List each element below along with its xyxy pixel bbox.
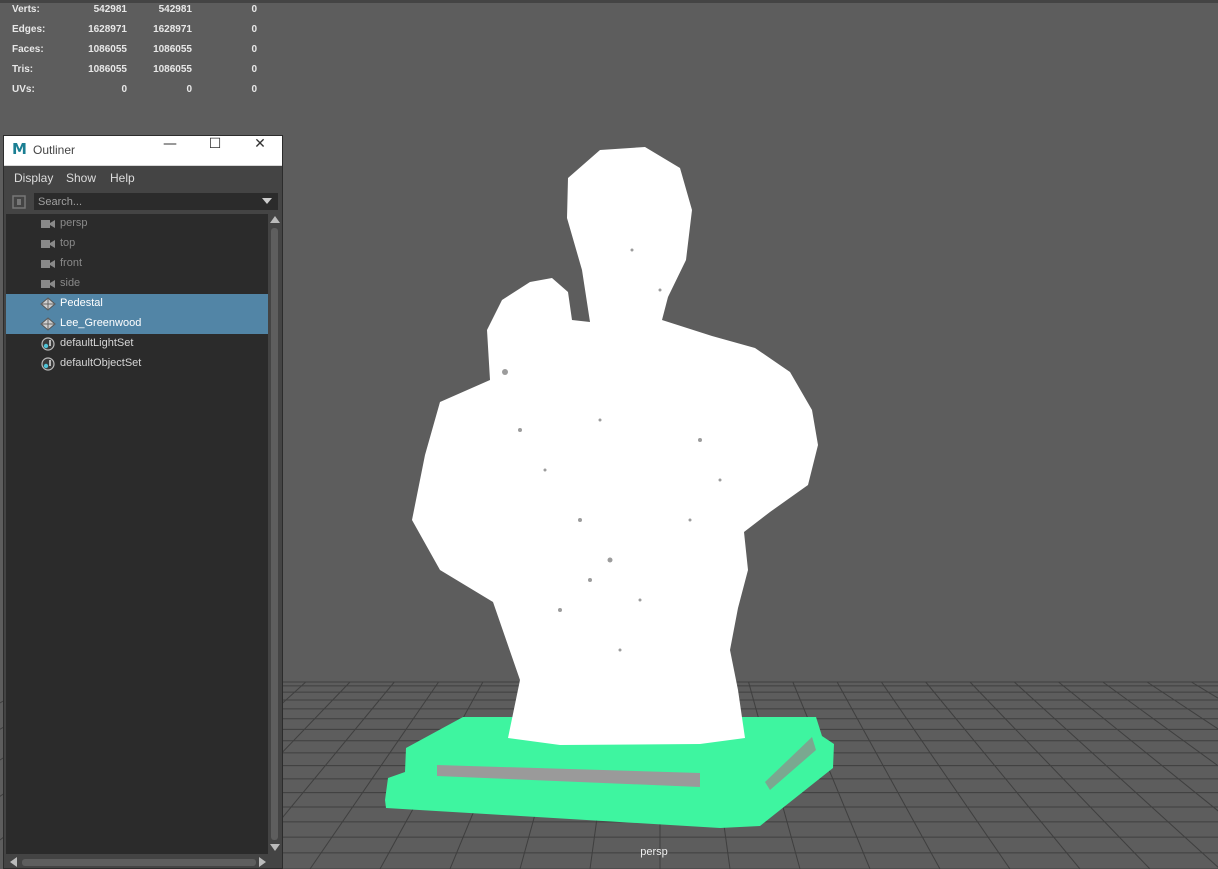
- maya-logo-icon: M: [12, 140, 27, 158]
- camera-icon: [41, 240, 55, 248]
- outliner-item-front[interactable]: front: [6, 254, 268, 274]
- hud-value: 1086055: [153, 44, 192, 55]
- hud-label: Faces:: [12, 44, 44, 55]
- hud-label: Verts:: [12, 4, 40, 15]
- item-label: Lee_Greenwood: [60, 317, 142, 329]
- window-title: Outliner: [33, 143, 76, 157]
- camera-label: persp: [640, 846, 668, 858]
- outliner-item-default-object-set[interactable]: defaultObjectSet: [6, 354, 268, 374]
- scroll-left-icon[interactable]: [10, 857, 17, 867]
- grid-line: [1013, 681, 1218, 868]
- hud-value: 1086055: [88, 64, 127, 75]
- hud-value: 1086055: [153, 64, 192, 75]
- hud-value: 0: [251, 4, 257, 15]
- item-label: Pedestal: [60, 297, 103, 309]
- hud-label: Edges:: [12, 24, 46, 35]
- item-label: side: [60, 277, 81, 289]
- set-icon: [41, 357, 55, 371]
- menu-help[interactable]: Help: [110, 171, 135, 185]
- minimize-icon[interactable]: —: [147, 136, 193, 165]
- item-label: defaultObjectSet: [60, 357, 142, 369]
- outliner-item-top[interactable]: top: [6, 234, 268, 254]
- hud-value: 0: [251, 84, 257, 95]
- item-label: top: [60, 237, 76, 249]
- scroll-up-icon[interactable]: [270, 216, 280, 223]
- mesh-icon: [40, 317, 56, 331]
- outliner-item-lee-greenwood[interactable]: Lee_Greenwood: [6, 314, 268, 334]
- outliner-window[interactable]: M Outliner — ☐ ✕ Display Show Help persp…: [3, 135, 283, 869]
- camera-icon: [41, 260, 55, 268]
- grid-line: [1058, 681, 1218, 812]
- outliner-item-persp[interactable]: persp: [6, 214, 268, 234]
- hud-value: 542981: [158, 4, 192, 15]
- lee-greenwood-mesh[interactable]: [412, 147, 818, 745]
- outliner-menubar: Display Show Help: [4, 166, 282, 190]
- grid-line: [925, 681, 1081, 869]
- outliner-item-default-light-set[interactable]: defaultLightSet: [6, 334, 268, 354]
- hud-value: 0: [251, 64, 257, 75]
- grid-line: [1146, 681, 1218, 730]
- camera-icon: [41, 220, 55, 228]
- vertical-scrollbar[interactable]: [270, 214, 280, 854]
- hud-value: 1086055: [88, 44, 127, 55]
- hud-label: Tris:: [12, 64, 34, 75]
- set-icon: [41, 337, 55, 351]
- grid-line: [836, 681, 941, 869]
- grid-line: [969, 681, 1151, 869]
- mesh-icon: [40, 297, 56, 311]
- outliner-list: persp top front side Pedestal Lee_Greenw…: [6, 214, 268, 854]
- item-label: persp: [60, 217, 88, 229]
- scroll-right-icon[interactable]: [259, 857, 266, 867]
- item-label: defaultLightSet: [60, 337, 134, 349]
- hud-value: 0: [251, 24, 257, 35]
- search-row: [4, 192, 282, 214]
- hud-value: 0: [121, 84, 127, 95]
- hud-value: 1628971: [88, 24, 127, 35]
- maximize-icon[interactable]: ☐: [192, 136, 238, 165]
- scroll-thumb[interactable]: [22, 859, 256, 866]
- menu-display[interactable]: Display: [14, 171, 53, 185]
- outliner-titlebar[interactable]: M Outliner — ☐ ✕: [4, 136, 282, 166]
- hud-label: UVs:: [12, 84, 35, 95]
- hud-value: 0: [251, 44, 257, 55]
- hud-value: 542981: [93, 4, 127, 15]
- hud-value: 0: [186, 84, 192, 95]
- search-dropdown-icon[interactable]: [262, 198, 272, 204]
- grid-line: [881, 681, 1011, 869]
- close-icon[interactable]: ✕: [237, 136, 283, 165]
- scroll-thumb[interactable]: [271, 228, 278, 840]
- item-label: front: [60, 257, 83, 269]
- filter-icon[interactable]: [12, 194, 26, 210]
- hud-value: 1628971: [153, 24, 192, 35]
- outliner-item-side[interactable]: side: [6, 274, 268, 294]
- camera-icon: [41, 280, 55, 288]
- scroll-down-icon[interactable]: [270, 844, 280, 851]
- grid-line: [1102, 681, 1218, 767]
- horizontal-scrollbar[interactable]: [6, 856, 268, 868]
- grid-line: [1191, 681, 1218, 699]
- outliner-item-pedestal[interactable]: Pedestal: [6, 294, 268, 314]
- menu-show[interactable]: Show: [66, 171, 96, 185]
- search-input[interactable]: [34, 193, 278, 210]
